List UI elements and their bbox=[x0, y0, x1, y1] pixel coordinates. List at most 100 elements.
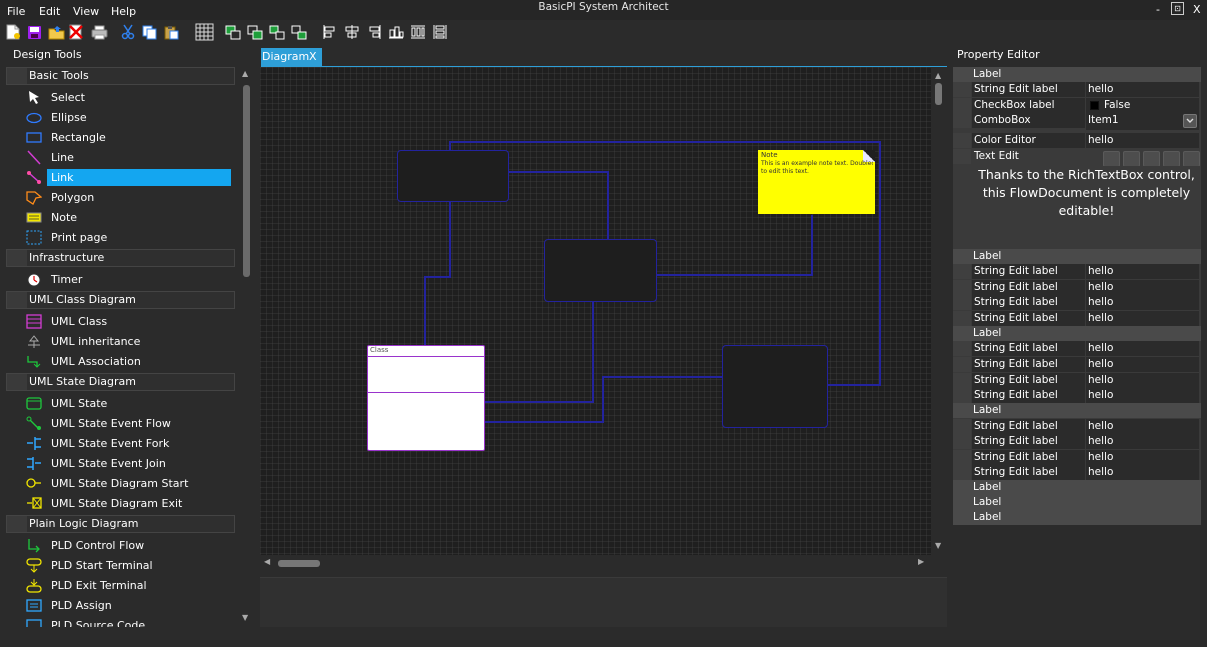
scroll-thumb[interactable] bbox=[935, 83, 942, 105]
bring-forward-icon[interactable] bbox=[224, 22, 242, 42]
category-plain-logic[interactable]: Plain Logic Diagram bbox=[6, 515, 235, 533]
property-value[interactable]: hello bbox=[1086, 450, 1199, 465]
delete-icon[interactable] bbox=[67, 22, 85, 42]
open-folder-icon[interactable] bbox=[47, 22, 65, 42]
diagram-uml-class[interactable]: Class bbox=[367, 345, 485, 451]
diagram-node[interactable] bbox=[544, 239, 657, 302]
checkbox-box[interactable] bbox=[1090, 101, 1099, 110]
property-value[interactable]: hello bbox=[1086, 264, 1199, 279]
diagram-canvas[interactable]: Note This is an example note text. Doubl… bbox=[260, 67, 931, 555]
tool-uml-state-event-flow[interactable]: UML State Event Flow bbox=[24, 415, 231, 432]
tool-uml-class[interactable]: UML Class bbox=[24, 313, 231, 330]
copy-icon[interactable] bbox=[141, 22, 159, 42]
tool-pld-exit-terminal[interactable]: PLD Exit Terminal bbox=[24, 577, 231, 594]
tool-ellipse[interactable]: Ellipse bbox=[24, 109, 231, 126]
canvas-vertical-scrollbar[interactable]: ▲ ▼ bbox=[931, 67, 947, 555]
text-format-button[interactable] bbox=[1123, 151, 1140, 167]
save-icon[interactable] bbox=[25, 22, 43, 42]
tool-uml-association[interactable]: UML Association bbox=[24, 353, 231, 370]
scroll-down-icon[interactable]: ▼ bbox=[242, 613, 248, 622]
tool-pld-control-flow[interactable]: PLD Control Flow bbox=[24, 537, 231, 554]
tool-line[interactable]: Line bbox=[24, 149, 231, 166]
menu-file[interactable]: File bbox=[7, 5, 25, 18]
tool-uml-state-diagram-start[interactable]: UML State Diagram Start bbox=[24, 475, 231, 492]
minimize-button[interactable]: - bbox=[1156, 3, 1160, 16]
category-infrastructure[interactable]: Infrastructure bbox=[6, 249, 235, 267]
property-value[interactable]: hello bbox=[1086, 295, 1199, 310]
tool-print-page[interactable]: Print page bbox=[24, 229, 231, 246]
text-format-button[interactable] bbox=[1103, 151, 1120, 167]
scroll-up-icon[interactable]: ▲ bbox=[242, 69, 248, 78]
tool-link[interactable]: Link bbox=[24, 169, 231, 186]
category-uml-state[interactable]: UML State Diagram bbox=[6, 373, 235, 391]
tab-diagram[interactable]: Diagram X bbox=[261, 48, 322, 66]
diagram-node[interactable] bbox=[722, 345, 828, 428]
tool-rectangle[interactable]: Rectangle bbox=[24, 129, 231, 146]
tool-note[interactable]: Note bbox=[24, 209, 231, 226]
menu-help[interactable]: Help bbox=[111, 5, 136, 18]
diagram-note[interactable]: Note This is an example note text. Doubl… bbox=[758, 150, 875, 214]
tool-uml-state[interactable]: UML State bbox=[24, 395, 231, 412]
category-basic-tools[interactable]: Basic Tools bbox=[6, 67, 235, 85]
tool-pld-source-code[interactable]: PLD Source Code bbox=[24, 617, 231, 627]
tool-timer[interactable]: Timer bbox=[24, 271, 231, 288]
scroll-right-icon[interactable]: ▶ bbox=[918, 557, 924, 566]
tool-list-scrollbar[interactable]: ▲ ▼ bbox=[240, 67, 253, 627]
grid-icon[interactable] bbox=[194, 22, 214, 42]
tool-label: PLD Assign bbox=[51, 599, 112, 612]
chevron-down-icon[interactable] bbox=[1183, 114, 1197, 128]
restore-button[interactable]: ⊡ bbox=[1171, 2, 1184, 15]
new-file-icon[interactable] bbox=[4, 22, 22, 42]
tool-uml-state-event-fork[interactable]: UML State Event Fork bbox=[24, 435, 231, 452]
tool-pld-start-terminal[interactable]: PLD Start Terminal bbox=[24, 557, 231, 574]
property-value[interactable]: hello bbox=[1086, 357, 1199, 372]
menu-edit[interactable]: Edit bbox=[39, 5, 60, 18]
scroll-down-icon[interactable]: ▼ bbox=[935, 541, 941, 550]
rich-text-box[interactable]: Thanks to the RichTextBox control, this … bbox=[972, 166, 1201, 249]
cut-icon[interactable] bbox=[119, 22, 137, 42]
send-to-back-icon[interactable] bbox=[290, 22, 308, 42]
tool-uml-inheritance[interactable]: UML inheritance bbox=[24, 333, 231, 350]
text-format-button[interactable] bbox=[1143, 151, 1160, 167]
close-button[interactable]: X bbox=[1193, 3, 1201, 16]
property-value[interactable]: hello bbox=[1086, 419, 1199, 434]
scroll-thumb[interactable] bbox=[278, 560, 320, 567]
property-value[interactable]: hello bbox=[1086, 373, 1199, 388]
bring-to-front-icon[interactable] bbox=[268, 22, 286, 42]
paste-icon[interactable] bbox=[163, 22, 181, 42]
text-format-button[interactable] bbox=[1163, 151, 1180, 167]
distribute-horizontal-icon[interactable] bbox=[409, 22, 427, 42]
tool-uml-state-event-join[interactable]: UML State Event Join bbox=[24, 455, 231, 472]
property-value[interactable]: hello bbox=[1086, 434, 1199, 449]
align-right-icon[interactable] bbox=[365, 22, 383, 42]
tool-uml-state-diagram-exit[interactable]: UML State Diagram Exit bbox=[24, 495, 231, 512]
category-uml-class[interactable]: UML Class Diagram bbox=[6, 291, 235, 309]
align-left-icon[interactable] bbox=[321, 22, 339, 42]
property-value[interactable]: hello bbox=[1086, 341, 1199, 356]
align-bottom-icon[interactable] bbox=[387, 22, 405, 42]
align-center-icon[interactable] bbox=[343, 22, 361, 42]
tool-pld-assign[interactable]: PLD Assign bbox=[24, 597, 231, 614]
tab-close-button[interactable]: X bbox=[309, 50, 317, 63]
print-icon[interactable] bbox=[90, 22, 108, 42]
send-backward-icon[interactable] bbox=[246, 22, 264, 42]
property-value[interactable]: hello bbox=[1086, 465, 1199, 480]
property-value[interactable]: hello bbox=[1086, 82, 1199, 97]
text-format-button[interactable] bbox=[1183, 151, 1200, 167]
menu-view[interactable]: View bbox=[73, 5, 99, 18]
tool-select[interactable]: Select bbox=[24, 89, 231, 106]
property-value[interactable]: hello bbox=[1086, 388, 1199, 403]
property-checkbox[interactable]: False bbox=[1086, 98, 1199, 113]
property-value[interactable]: hello bbox=[1086, 280, 1199, 295]
property-value[interactable]: hello bbox=[1086, 311, 1199, 326]
uml-class-divider bbox=[368, 392, 484, 393]
scroll-up-icon[interactable]: ▲ bbox=[935, 71, 941, 80]
canvas-horizontal-scrollbar[interactable]: ◀ ▶ bbox=[260, 555, 931, 571]
scroll-left-icon[interactable]: ◀ bbox=[264, 557, 270, 566]
diagram-node[interactable] bbox=[397, 150, 509, 202]
distribute-vertical-icon[interactable] bbox=[431, 22, 449, 42]
property-combobox[interactable]: Item1 bbox=[1086, 113, 1199, 130]
property-value[interactable]: hello bbox=[1086, 133, 1199, 148]
scroll-thumb[interactable] bbox=[243, 85, 250, 277]
tool-polygon[interactable]: Polygon bbox=[24, 189, 231, 206]
